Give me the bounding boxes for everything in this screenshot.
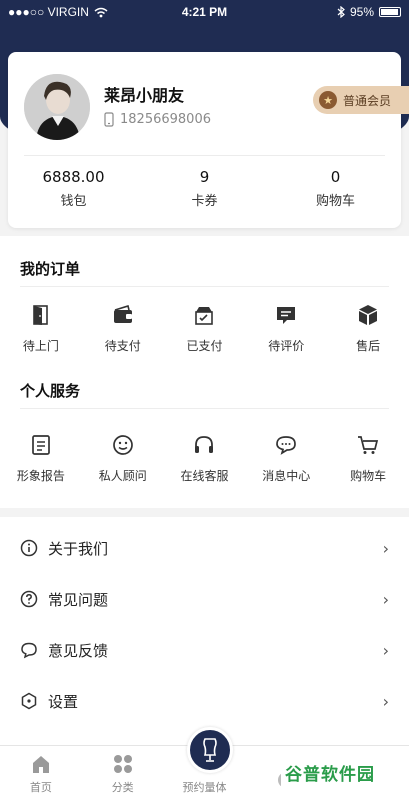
tab-home[interactable]: 首页	[0, 746, 82, 800]
menu-feedback-label: 意见反馈	[48, 641, 109, 660]
order-pending-visit[interactable]: 待上门	[0, 303, 82, 354]
status-left: ●●●○○ VIRGIN	[8, 5, 108, 19]
service-message-center-label: 消息中心	[262, 469, 311, 483]
tab-category-label: 分类	[111, 781, 134, 794]
service-shopping-cart[interactable]: 购物车	[327, 433, 409, 484]
menu-settings[interactable]: 设置 ›	[0, 676, 409, 726]
stat-wallet[interactable]: 6888.00 钱包	[8, 168, 139, 209]
account-stats: 6888.00 钱包 9 卡券 0 购物车	[8, 168, 401, 209]
order-pending-review-label: 待评价	[268, 339, 305, 353]
settings-menu: 关于我们 › 常见问题 › 意见反馈 › 设置 ›	[0, 517, 409, 745]
grid-icon	[113, 755, 132, 773]
tab-book-measurement-label: 预约量体	[182, 781, 227, 794]
service-image-report-label: 形象报告	[16, 469, 65, 483]
info-icon	[20, 539, 38, 557]
orders-title: 我的订单	[20, 260, 81, 278]
coupons-value: 9	[199, 168, 210, 186]
chevron-right-icon: ›	[382, 538, 389, 558]
phone-icon	[104, 112, 114, 127]
coupons-label: 卡券	[191, 194, 218, 209]
order-pending-payment-label: 待支付	[104, 339, 141, 353]
service-personal-advisor[interactable]: 私人顾问	[82, 433, 164, 484]
wifi-icon	[94, 7, 108, 17]
mannequin-icon	[203, 738, 217, 762]
card-divider	[24, 155, 385, 156]
member-level: 普通会员	[343, 93, 392, 108]
smiley-icon	[112, 435, 133, 455]
avatar-photo	[24, 74, 90, 140]
report-icon	[32, 435, 50, 455]
order-pending-visit-label: 待上门	[22, 339, 59, 353]
book-measurement-button[interactable]	[187, 727, 233, 773]
order-paid-label: 已支付	[186, 339, 223, 353]
stat-coupons[interactable]: 9 卡券	[139, 168, 270, 209]
home-icon	[32, 756, 49, 773]
menu-about-us-label: 关于我们	[48, 539, 109, 558]
order-after-sales[interactable]: 售后	[327, 303, 409, 354]
orders-rule	[20, 286, 389, 287]
wallet-icon	[113, 304, 132, 323]
headset-icon	[195, 436, 214, 453]
member-badge[interactable]: ★ 普通会员	[313, 86, 409, 114]
star-icon: ★	[319, 91, 337, 109]
phone-number: 18256698006	[120, 112, 211, 127]
orders-services-section: 我的订单 待上门 待支付 已支付 待评价 售后 个人服务 形象报告 私人顾问 在…	[0, 236, 409, 508]
cart-label: 购物车	[315, 194, 355, 209]
user-phone: 18256698006	[104, 112, 211, 127]
services-row: 形象报告 私人顾问 在线客服 消息中心 购物车	[0, 433, 409, 484]
service-personal-advisor-label: 私人顾问	[98, 469, 147, 483]
menu-feedback[interactable]: 意见反馈 ›	[0, 625, 409, 675]
services-rule	[20, 408, 389, 409]
cart-icon	[358, 436, 379, 454]
door-icon	[33, 305, 48, 325]
watermark-text: 谷普软件园	[285, 764, 375, 785]
carrier-label: ●●●○○ VIRGIN	[8, 5, 89, 19]
user-name: 莱昂小朋友	[104, 86, 185, 105]
services-title: 个人服务	[20, 382, 81, 400]
menu-faq[interactable]: 常见问题 ›	[0, 574, 409, 624]
menu-faq-label: 常见问题	[48, 590, 109, 609]
service-online-support-label: 在线客服	[180, 469, 229, 483]
service-online-support[interactable]: 在线客服	[164, 433, 246, 484]
watermark: 谷普软件园	[281, 756, 401, 788]
service-message-center[interactable]: 消息中心	[245, 433, 327, 484]
menu-about-us[interactable]: 关于我们 ›	[0, 523, 409, 573]
chevron-right-icon: ›	[382, 589, 389, 609]
service-shopping-cart-label: 购物车	[350, 469, 387, 483]
status-bar: ●●●○○ VIRGIN 4:21 PM 95%	[0, 0, 409, 24]
chevron-right-icon: ›	[382, 691, 389, 711]
bluetooth-icon	[337, 6, 345, 18]
settings-icon	[21, 692, 37, 710]
stat-cart[interactable]: 0 购物车	[270, 168, 401, 209]
cart-value: 0	[330, 168, 341, 186]
question-icon	[20, 590, 38, 608]
wallet-value: 6888.00	[42, 168, 105, 186]
chevron-right-icon: ›	[382, 640, 389, 660]
chat-bubble-icon	[276, 436, 297, 455]
tab-home-label: 首页	[29, 781, 52, 794]
tab-category[interactable]: 分类	[82, 746, 164, 800]
orders-row: 待上门 待支付 已支付 待评价 售后	[0, 303, 409, 354]
order-paid[interactable]: 已支付	[164, 303, 246, 354]
battery-percent: 95%	[349, 5, 374, 19]
wallet-label: 钱包	[60, 194, 87, 209]
order-pending-review[interactable]: 待评价	[245, 303, 327, 354]
battery-icon	[379, 7, 401, 17]
profile-card: 莱昂小朋友 18256698006 ★ 普通会员 6888.00 钱包 9 卡券…	[8, 52, 409, 228]
package-icon	[359, 305, 378, 325]
comment-icon	[277, 307, 296, 324]
paid-box-icon	[195, 307, 214, 325]
order-pending-payment[interactable]: 待支付	[82, 303, 164, 354]
feedback-icon	[21, 642, 37, 659]
menu-settings-label: 设置	[48, 692, 79, 711]
service-image-report[interactable]: 形象报告	[0, 433, 82, 484]
order-after-sales-label: 售后	[356, 339, 381, 353]
avatar[interactable]	[24, 74, 90, 140]
status-right: 95%	[337, 5, 401, 19]
